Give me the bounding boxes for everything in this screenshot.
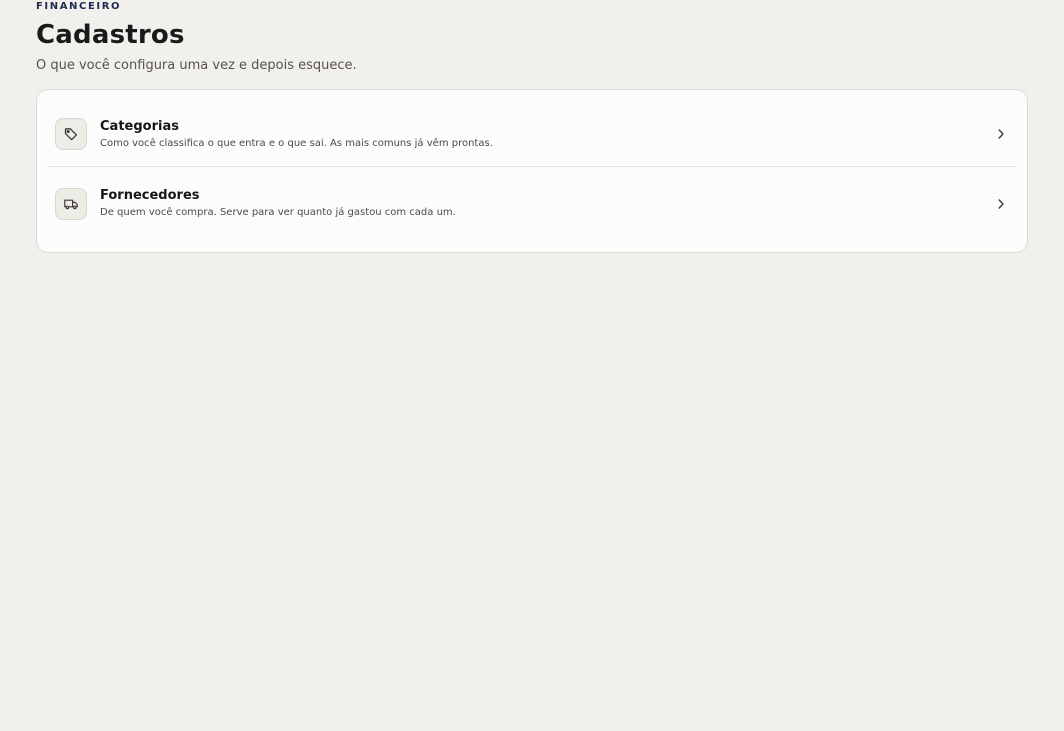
section-eyebrow: FINANCEIRO (36, 1, 122, 12)
chevron-right-icon (995, 128, 1007, 140)
settings-card: Categorias Como você classifica o que en… (36, 89, 1028, 253)
list-item-description: Como você classifica o que entra e o que… (100, 137, 493, 149)
list-item-description: De quem você compra. Serve para ver quan… (100, 207, 456, 218)
tag-icon (55, 118, 87, 150)
page: FINANCEIRO Cadastros O que você configur… (0, 0, 1064, 731)
chevron-right-icon (995, 198, 1007, 210)
list-item-title: Fornecedores (100, 188, 200, 203)
list-item-title: Categorias (100, 118, 179, 134)
page-subtitle: O que você configura uma vez e depois es… (36, 58, 357, 73)
list-item-categorias[interactable]: Categorias Como você classifica o que en… (49, 102, 1015, 167)
page-title: Cadastros (36, 20, 185, 50)
list-item-text: Fornecedores De quem você compra. Serve … (100, 187, 995, 220)
truck-icon (55, 187, 87, 220)
list-item-text: Categorias Como você classifica o que en… (100, 118, 995, 151)
list-item-fornecedores[interactable]: Fornecedores De quem você compra. Serve … (49, 171, 1015, 236)
